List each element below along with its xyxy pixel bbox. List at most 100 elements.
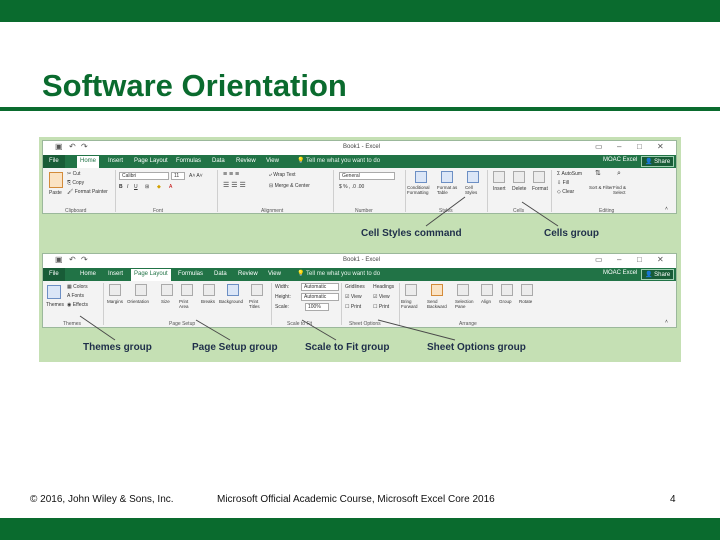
paste-icon[interactable] xyxy=(49,172,63,188)
print-titles-button[interactable]: Print Titles xyxy=(249,299,267,309)
tab-formulas[interactable]: Formulas xyxy=(175,270,206,279)
margins-button[interactable]: Margins xyxy=(107,299,123,305)
close-icon[interactable]: ✕ xyxy=(657,256,664,264)
format-cells-button[interactable]: Format xyxy=(532,186,548,192)
gridlines-view-checkbox[interactable]: ☑ View xyxy=(345,294,362,300)
collapse-ribbon-icon[interactable]: ˄ xyxy=(665,206,668,212)
account-name[interactable]: MOAC Excel xyxy=(603,157,637,163)
tab-review[interactable]: Review xyxy=(233,157,259,166)
cell-styles-button[interactable]: Cell Styles xyxy=(465,185,485,195)
autosum-button[interactable]: Σ AutoSum xyxy=(557,171,582,177)
print-area-icon[interactable] xyxy=(181,284,193,296)
send-backward-button[interactable]: Send Backward xyxy=(427,299,455,309)
orientation-button[interactable]: Orientation xyxy=(127,299,149,305)
align-icon[interactable] xyxy=(481,284,493,296)
redo-icon[interactable]: ↷ xyxy=(81,256,88,264)
width-combo[interactable]: Automatic xyxy=(301,283,339,291)
save-icon[interactable]: ▣ xyxy=(55,256,63,264)
sort-filter-button[interactable]: Sort & Filter xyxy=(589,185,613,190)
headings-view-checkbox[interactable]: ☑ View xyxy=(373,294,390,300)
height-combo[interactable]: Automatic xyxy=(301,293,339,301)
tab-formulas[interactable]: Formulas xyxy=(173,157,204,166)
size-button[interactable]: Size xyxy=(161,299,170,305)
themes-icon[interactable] xyxy=(47,285,61,299)
copy-button[interactable]: ⎘ Copy xyxy=(67,180,84,186)
tell-me-box[interactable]: 💡 Tell me what you want to do xyxy=(297,270,380,277)
bring-forward-icon[interactable] xyxy=(405,284,417,296)
fill-button[interactable]: ⇩ Fill xyxy=(557,180,569,186)
collapse-ribbon-icon[interactable]: ˄ xyxy=(665,319,668,325)
headings-print-checkbox[interactable]: ☐ Print xyxy=(373,304,389,310)
selection-pane-button[interactable]: Selection Pane xyxy=(455,299,479,309)
delete-cells-icon[interactable] xyxy=(513,171,525,183)
merge-center-button[interactable]: ⊟ Merge & Center xyxy=(269,183,310,189)
align-top-icons[interactable]: ≡ ≡ ≡ xyxy=(223,171,239,178)
tab-page-layout[interactable]: Page Layout xyxy=(131,269,171,281)
tell-me-box[interactable]: 💡 Tell me what you want to do xyxy=(297,157,380,164)
scale-stepper[interactable]: 100% xyxy=(305,303,329,311)
number-format-combo[interactable]: General xyxy=(339,172,395,180)
size-icon[interactable] xyxy=(161,284,173,296)
group-icon[interactable] xyxy=(501,284,513,296)
theme-colors-button[interactable]: ▦ Colors xyxy=(67,284,88,290)
paste-button[interactable]: Paste xyxy=(49,190,62,196)
cell-styles-icon[interactable] xyxy=(467,171,479,183)
tab-insert[interactable]: Insert xyxy=(105,157,126,166)
print-titles-icon[interactable] xyxy=(251,284,263,296)
orientation-icon[interactable] xyxy=(135,284,147,296)
tab-file[interactable]: File xyxy=(43,155,65,168)
selection-pane-icon[interactable] xyxy=(457,284,469,296)
maximize-icon[interactable]: □ xyxy=(637,143,642,151)
cut-button[interactable]: ✂ Cut xyxy=(67,171,80,177)
share-button[interactable]: 👤 Share xyxy=(641,156,675,167)
fill-color-icon[interactable]: ◆ xyxy=(157,184,161,190)
find-select-button[interactable]: Find & Select xyxy=(613,185,637,195)
font-name-combo[interactable]: Calibri xyxy=(119,172,169,180)
bold-icon[interactable]: B xyxy=(119,184,123,190)
tab-review[interactable]: Review xyxy=(235,270,261,279)
format-as-table-button[interactable]: Format as Table xyxy=(437,185,463,195)
save-icon[interactable]: ▣ xyxy=(55,143,63,151)
send-backward-icon[interactable] xyxy=(431,284,443,296)
italic-icon[interactable]: I xyxy=(127,184,128,190)
background-button[interactable]: Background xyxy=(219,299,243,305)
print-area-button[interactable]: Print Area xyxy=(179,299,197,309)
ribbon-options-icon[interactable]: ▭ xyxy=(595,256,603,264)
font-size-combo[interactable]: 11 xyxy=(171,172,185,180)
format-as-table-icon[interactable] xyxy=(441,171,453,183)
rotate-icon[interactable] xyxy=(521,284,533,296)
breaks-button[interactable]: Breaks xyxy=(201,299,215,305)
group-button[interactable]: Group xyxy=(499,299,512,305)
font-grow-shrink-icon[interactable]: A˄ A˅ xyxy=(189,173,203,179)
redo-icon[interactable]: ↷ xyxy=(81,143,88,151)
align-button[interactable]: Align xyxy=(481,299,491,305)
close-icon[interactable]: ✕ xyxy=(657,143,664,151)
share-button[interactable]: 👤 Share xyxy=(641,269,675,280)
conditional-formatting-icon[interactable] xyxy=(415,171,427,183)
clear-button[interactable]: ◇ Clear xyxy=(557,189,574,195)
tab-page-layout[interactable]: Page Layout xyxy=(131,157,171,166)
bring-forward-button[interactable]: Bring Forward xyxy=(401,299,427,309)
format-painter-button[interactable]: 🖌 Format Painter xyxy=(67,189,108,195)
borders-icon[interactable]: ⊞ xyxy=(145,184,149,190)
conditional-formatting-button[interactable]: Conditional Formatting xyxy=(407,185,441,195)
font-color-icon[interactable]: A xyxy=(169,184,172,190)
tab-data[interactable]: Data xyxy=(211,270,230,279)
themes-button[interactable]: Themes xyxy=(46,302,64,308)
theme-fonts-button[interactable]: A Fonts xyxy=(67,293,84,299)
tab-view[interactable]: View xyxy=(263,157,282,166)
insert-cells-button[interactable]: Insert xyxy=(493,186,506,192)
align-left-icons[interactable]: ☰ ☰ ☰ xyxy=(223,182,246,189)
account-name[interactable]: MOAC Excel xyxy=(603,270,637,276)
number-format-icons[interactable]: $ % , .0 .00 xyxy=(339,184,364,190)
undo-icon[interactable]: ↶ xyxy=(69,256,76,264)
theme-effects-button[interactable]: ◉ Effects xyxy=(67,302,88,308)
tab-file[interactable]: File xyxy=(43,268,65,281)
format-cells-icon[interactable] xyxy=(533,171,545,183)
delete-cells-button[interactable]: Delete xyxy=(512,186,526,192)
ribbon-options-icon[interactable]: ▭ xyxy=(595,143,603,151)
undo-icon[interactable]: ↶ xyxy=(69,143,76,151)
tab-insert[interactable]: Insert xyxy=(105,270,126,279)
find-select-icon[interactable]: ⌕ xyxy=(617,170,621,177)
tab-home[interactable]: Home xyxy=(77,156,100,168)
